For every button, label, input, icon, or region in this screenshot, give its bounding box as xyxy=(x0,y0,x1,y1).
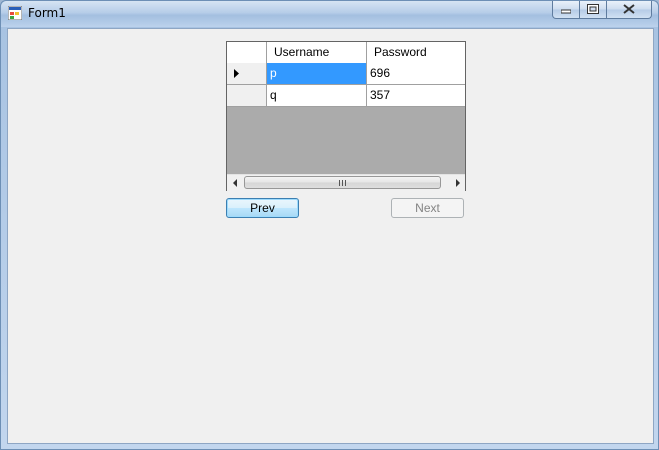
row-header[interactable] xyxy=(227,63,267,84)
table-row[interactable]: p 696 xyxy=(227,63,465,85)
grip-line xyxy=(342,179,343,186)
form-app-icon[interactable] xyxy=(7,5,23,21)
window-title: Form1 xyxy=(28,6,66,20)
minimize-button[interactable] xyxy=(552,1,580,19)
cell-username[interactable]: q xyxy=(267,85,367,106)
prev-button[interactable]: Prev xyxy=(226,198,299,218)
row-header[interactable] xyxy=(227,85,267,106)
form-client-area: Username Password p 696 q 357 Prev Next xyxy=(7,28,654,444)
cell-username[interactable]: p xyxy=(267,63,367,84)
chevron-right-icon xyxy=(455,179,460,187)
scroll-right-button[interactable] xyxy=(448,175,465,191)
close-button[interactable] xyxy=(606,1,652,19)
window-frame: Form1 Username Password p 696 q 357 Prev… xyxy=(0,0,659,450)
minimize-icon xyxy=(560,3,572,17)
title-bar[interactable]: Form1 xyxy=(1,1,658,27)
scroll-left-button[interactable] xyxy=(227,175,244,191)
column-header-username[interactable]: Username xyxy=(267,42,367,63)
table-row[interactable]: q 357 xyxy=(227,85,465,107)
scrollbar-thumb[interactable] xyxy=(244,176,441,189)
next-button[interactable]: Next xyxy=(391,198,464,218)
chevron-left-icon xyxy=(232,179,237,187)
data-grid[interactable]: Username Password p 696 q 357 xyxy=(226,41,466,191)
cell-password[interactable]: 696 xyxy=(367,63,465,84)
restore-icon xyxy=(587,3,599,17)
current-row-arrow-icon xyxy=(234,69,239,78)
grid-header-row: Username Password xyxy=(227,42,465,64)
close-icon xyxy=(623,3,635,17)
column-header-password[interactable]: Password xyxy=(367,42,465,63)
horizontal-scrollbar[interactable] xyxy=(227,174,465,191)
restore-button[interactable] xyxy=(579,1,607,19)
grid-corner-header[interactable] xyxy=(227,42,267,63)
cell-password[interactable]: 357 xyxy=(367,85,465,106)
grip-line xyxy=(345,179,346,186)
grip-line xyxy=(339,179,340,186)
